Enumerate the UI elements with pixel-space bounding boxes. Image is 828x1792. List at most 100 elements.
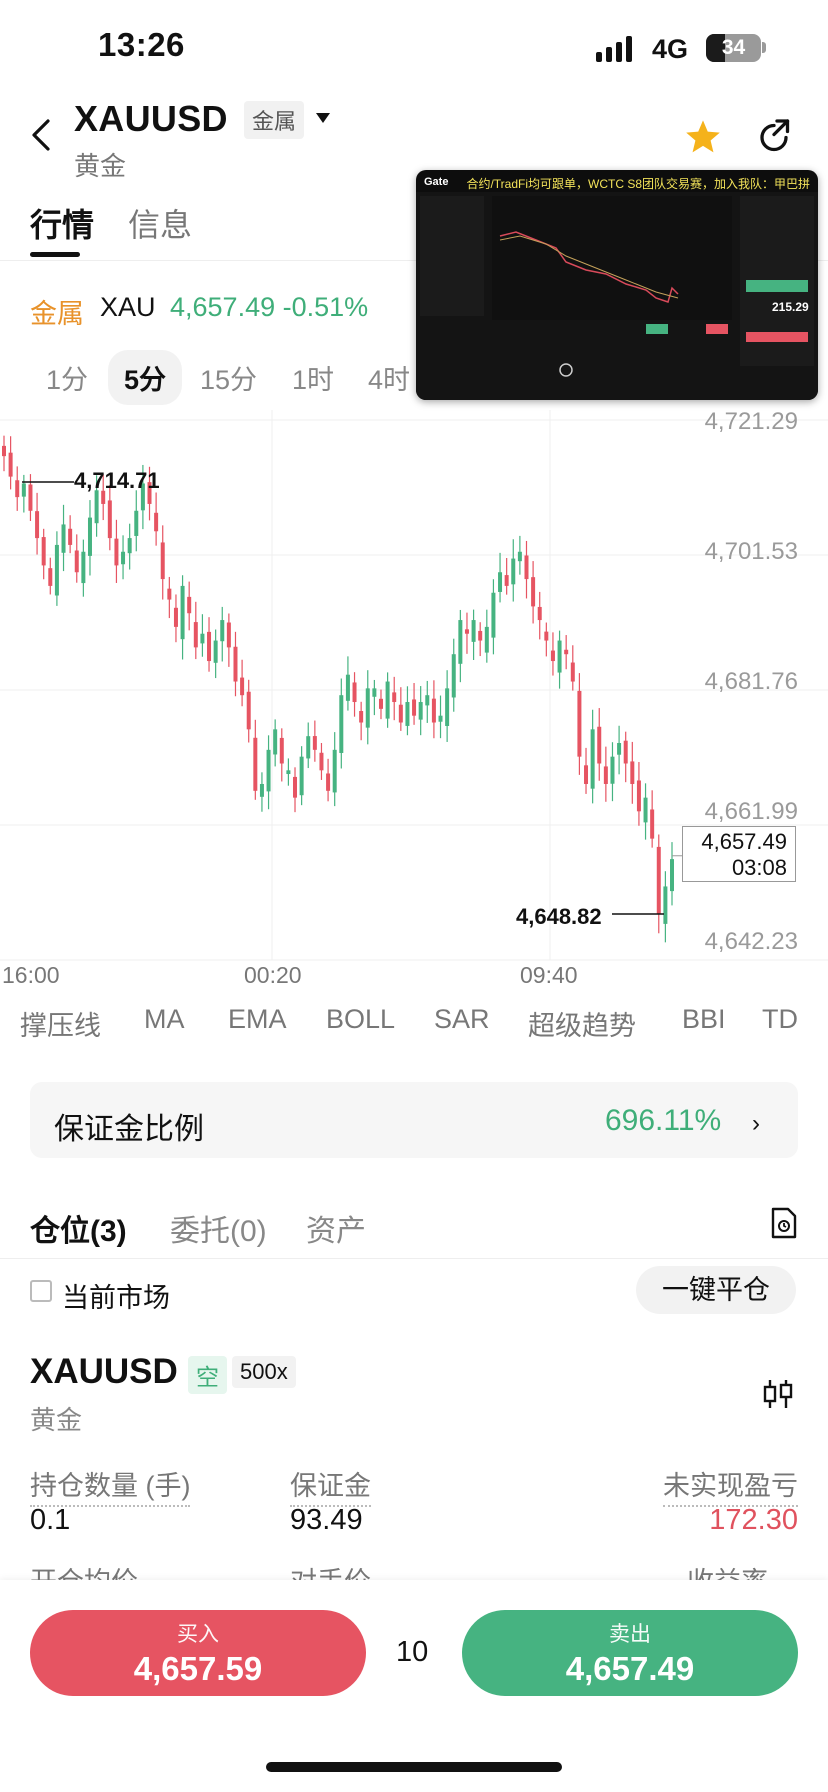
candle-body bbox=[8, 452, 13, 477]
candle-body bbox=[87, 517, 92, 556]
candle-body bbox=[471, 620, 476, 642]
candle-body bbox=[312, 736, 317, 750]
candle-body bbox=[537, 606, 542, 621]
favorite-star-icon[interactable] bbox=[684, 118, 722, 156]
candle-body bbox=[570, 662, 575, 682]
candle-body bbox=[498, 572, 503, 592]
candle-body bbox=[392, 692, 397, 703]
candle-body bbox=[511, 558, 516, 585]
tab-assets[interactable]: 资产 bbox=[306, 1206, 366, 1250]
sell-label: 卖出 bbox=[609, 1623, 651, 1646]
indicator-td[interactable]: TD bbox=[762, 1004, 798, 1035]
indicator-supertrend[interactable]: 超级趋势 bbox=[528, 1004, 636, 1043]
interval-4h[interactable]: 4时 bbox=[368, 358, 410, 397]
close-all-button[interactable]: 一键平仓 bbox=[636, 1266, 796, 1314]
back-arrow-icon[interactable] bbox=[30, 118, 52, 152]
candle-body bbox=[445, 688, 450, 726]
candle-body bbox=[200, 633, 205, 644]
candle-body bbox=[431, 698, 436, 723]
candle-body bbox=[544, 631, 549, 641]
current-market-checkbox[interactable] bbox=[30, 1280, 52, 1302]
y-tick-label: 4,661.99 bbox=[704, 798, 798, 825]
symbol-title[interactable]: XAUUSD bbox=[74, 98, 228, 140]
candle-countdown: 03:08 bbox=[731, 855, 787, 880]
indicator-support-resistance[interactable]: 撑压线 bbox=[20, 1004, 101, 1043]
candle-body bbox=[54, 544, 59, 596]
candle-body bbox=[193, 622, 198, 648]
ticker-price-change: 4,657.49 -0.51% bbox=[170, 292, 369, 322]
candle-body bbox=[28, 484, 33, 511]
candle-body bbox=[299, 756, 304, 796]
tab-active-indicator bbox=[30, 252, 80, 257]
y-tick-label: 4,701.53 bbox=[704, 538, 798, 565]
candle-body bbox=[412, 699, 417, 716]
candle-body bbox=[451, 654, 456, 698]
ticker-category: 金属 bbox=[30, 299, 84, 329]
stat-label-quantity: 持仓数量 (手) bbox=[30, 1464, 191, 1507]
candle-body bbox=[279, 737, 284, 764]
candlestick-chart-icon[interactable] bbox=[760, 1376, 796, 1412]
current-market-label[interactable]: 当前市场 bbox=[62, 1276, 170, 1315]
candle-body bbox=[372, 688, 377, 697]
indicator-ma[interactable]: MA bbox=[144, 1004, 185, 1035]
tab-info[interactable]: 信息 bbox=[128, 200, 192, 246]
margin-ratio-label: 保证金比例 bbox=[54, 1113, 204, 1146]
home-indicator[interactable] bbox=[266, 1762, 562, 1772]
battery-nub bbox=[762, 42, 766, 53]
candle-body bbox=[187, 596, 192, 614]
interval-15m[interactable]: 15分 bbox=[200, 358, 257, 397]
interval-1m[interactable]: 1分 bbox=[46, 358, 88, 397]
candle-body bbox=[114, 538, 119, 566]
candle-body bbox=[121, 551, 126, 565]
candle-body bbox=[160, 542, 165, 580]
positions-divider bbox=[0, 1258, 828, 1259]
candle-body bbox=[438, 715, 443, 722]
candle-body bbox=[253, 737, 258, 791]
indicator-bbi[interactable]: BBI bbox=[682, 1004, 726, 1035]
leverage-badge: 500x bbox=[232, 1356, 296, 1388]
chevron-right-icon[interactable]: › bbox=[752, 1110, 760, 1138]
overlay-video[interactable]: Gate 合约/TradFi均可跟单，WCTC S8团队交易赛，加入我队：甲巴拼… bbox=[416, 170, 818, 400]
interval-1h[interactable]: 1时 bbox=[292, 358, 334, 397]
candle-body bbox=[68, 528, 73, 545]
price-chart[interactable] bbox=[0, 410, 828, 1010]
indicator-ema[interactable]: EMA bbox=[228, 1004, 287, 1035]
candle-body bbox=[246, 691, 251, 730]
candle-body bbox=[15, 480, 20, 498]
candle-body bbox=[623, 740, 628, 764]
x-tick-label: 16:00 bbox=[2, 962, 60, 988]
candle-body bbox=[41, 537, 46, 566]
stat-value-quantity: 0.1 bbox=[30, 1504, 71, 1536]
share-icon[interactable] bbox=[756, 118, 792, 154]
candle-body bbox=[352, 682, 357, 703]
buy-label: 买入 bbox=[177, 1623, 219, 1646]
candle-body bbox=[550, 650, 555, 662]
sell-price: 4,657.49 bbox=[565, 1650, 695, 1687]
candle-body bbox=[61, 524, 66, 553]
indicator-boll[interactable]: BOLL bbox=[326, 1004, 395, 1035]
tab-market[interactable]: 行情 bbox=[30, 200, 94, 246]
candle-body bbox=[670, 859, 674, 892]
indicator-sar[interactable]: SAR bbox=[434, 1004, 490, 1035]
candle-body bbox=[81, 551, 86, 584]
candle-body bbox=[266, 749, 271, 792]
position-symbol[interactable]: XAUUSD bbox=[30, 1352, 178, 1392]
interval-5m[interactable]: 5分 bbox=[108, 350, 183, 405]
candle-body bbox=[398, 704, 403, 723]
tab-positions[interactable]: 仓位(3) bbox=[30, 1206, 127, 1250]
history-document-icon[interactable] bbox=[770, 1206, 798, 1240]
candle-body bbox=[650, 809, 655, 839]
dropdown-caret-icon[interactable] bbox=[316, 113, 330, 123]
battery-level: 34 bbox=[721, 36, 746, 59]
candle-body bbox=[636, 780, 641, 812]
sell-button[interactable]: 卖出 4,657.49 bbox=[462, 1610, 798, 1696]
candle-body bbox=[405, 702, 410, 726]
tab-orders[interactable]: 委托(0) bbox=[170, 1206, 267, 1250]
last-price-box: 4,657.49 03:08 bbox=[682, 826, 796, 882]
buy-price: 4,657.59 bbox=[133, 1650, 263, 1687]
buy-button[interactable]: 买入 4,657.59 bbox=[30, 1610, 366, 1696]
candle-body bbox=[213, 640, 218, 663]
candle-body bbox=[21, 483, 26, 497]
low-marker-label: 4,648.82 bbox=[516, 904, 602, 929]
candle-body bbox=[74, 550, 79, 573]
